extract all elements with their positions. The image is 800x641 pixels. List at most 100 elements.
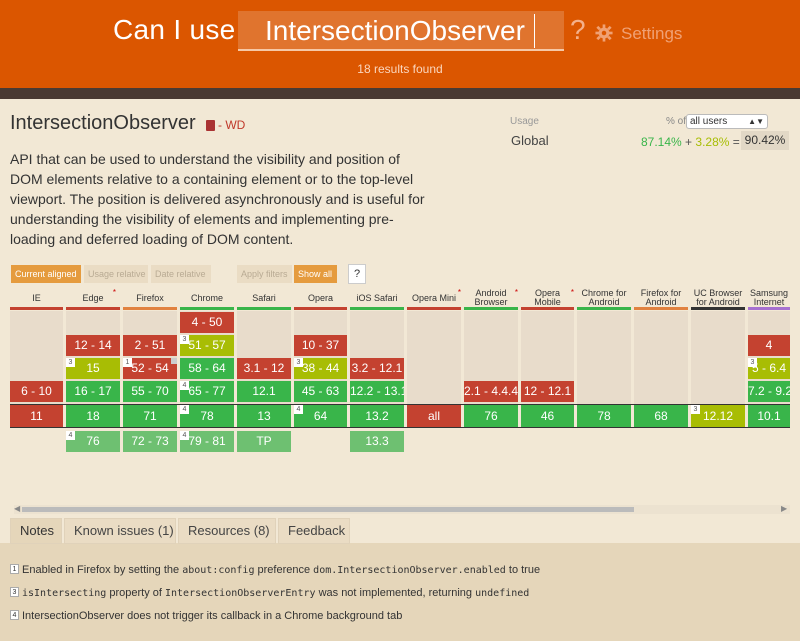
support-cell[interactable]: 3 38 - 44 xyxy=(294,358,347,379)
support-cell[interactable]: 12.2 - 13.1 xyxy=(350,381,404,402)
feature-title[interactable]: IntersectionObserver xyxy=(10,112,196,135)
browser-name: UC Browser for Android xyxy=(693,288,743,307)
support-cell[interactable]: 78 xyxy=(577,405,631,427)
support-cell[interactable]: 3.1 - 12 xyxy=(237,358,291,379)
support-cell[interactable]: 1 52 - 54 xyxy=(123,358,177,379)
note-marker: * xyxy=(457,288,461,297)
note-number: 3 xyxy=(66,358,75,367)
support-cell[interactable]: 6 - 10 xyxy=(10,381,63,402)
note-number: 1 xyxy=(123,358,132,367)
help-link[interactable]: ? xyxy=(570,14,586,46)
support-cell[interactable]: 11 xyxy=(10,405,63,427)
column-bg xyxy=(691,311,745,405)
note-number: 3 xyxy=(691,405,700,414)
usage-label: Usage xyxy=(510,116,539,127)
browser-name: Firefox xyxy=(136,292,164,303)
filters-help-button[interactable]: ? xyxy=(348,264,366,284)
current-aligned-button[interactable]: Current aligned xyxy=(11,265,81,283)
date-relative-button[interactable]: Date relative xyxy=(151,265,211,283)
percent-of-label: % of xyxy=(666,116,687,127)
settings-link[interactable]: Settings xyxy=(621,24,682,44)
results-count: 18 results found xyxy=(357,62,443,76)
tab-known-issues[interactable]: Known issues (1) xyxy=(64,518,176,544)
note-number: 3 xyxy=(294,358,303,367)
support-cell[interactable]: 55 - 70 xyxy=(123,381,177,402)
browser-name: Chrome xyxy=(190,292,223,303)
support-cell[interactable]: 13.2 xyxy=(350,405,404,427)
support-cell[interactable]: 68 xyxy=(634,405,688,427)
browser-name: Safari xyxy=(252,292,276,303)
browser-color-bar xyxy=(237,307,291,310)
site-title[interactable]: Can I use xyxy=(113,14,236,46)
scroll-right-icon[interactable]: ▶ xyxy=(781,504,787,513)
support-cell[interactable]: 12 - 12.1 xyxy=(521,381,574,402)
users-select[interactable]: all users ▲▼ xyxy=(686,114,768,129)
support-cell[interactable]: TP xyxy=(237,431,291,452)
support-cell[interactable]: 3 15 xyxy=(66,358,120,379)
cell-value: 52 - 54 xyxy=(131,361,169,375)
show-all-button[interactable]: Show all xyxy=(294,265,337,283)
cell-value: 38 - 44 xyxy=(301,361,340,375)
spec-status[interactable]: - WD xyxy=(218,118,245,132)
note-number: 1 xyxy=(10,564,19,574)
support-cell[interactable]: 2.1 - 4.4.4 xyxy=(464,381,518,402)
support-cell[interactable]: 58 - 64 xyxy=(180,358,234,379)
support-cell[interactable]: 4 65 - 77 xyxy=(180,381,234,402)
scrollbar-thumb[interactable] xyxy=(22,507,634,512)
note-number: 3 xyxy=(748,358,757,367)
support-cell[interactable]: 13.3 xyxy=(350,431,404,452)
support-cell[interactable]: 3 51 - 57 xyxy=(180,335,234,356)
cell-value: 12.12 xyxy=(702,409,734,423)
support-cell[interactable]: 71 xyxy=(123,405,177,427)
cell-value: 64 xyxy=(313,409,328,423)
support-cell[interactable]: 12.1 xyxy=(237,381,291,402)
support-cell[interactable]: 18 xyxy=(66,405,120,427)
support-cell[interactable]: 4 64 xyxy=(294,405,347,427)
note-number: 4 xyxy=(180,431,189,440)
tab-resources[interactable]: Resources (8) xyxy=(178,518,276,544)
support-cell[interactable]: 10.1 xyxy=(748,405,790,427)
note-code: isIntersecting xyxy=(22,588,107,599)
browser-color-bar xyxy=(691,307,745,310)
support-cell[interactable]: 2 - 51 xyxy=(123,335,177,356)
support-cell[interactable]: all xyxy=(407,405,461,427)
support-cell[interactable]: 12 - 14 xyxy=(66,335,120,356)
search-input[interactable]: IntersectionObserver xyxy=(238,11,564,51)
browser-name: Firefox for Android xyxy=(640,288,682,307)
support-cell[interactable]: 3.2 - 12.1 xyxy=(350,358,404,379)
cell-value: 51 - 57 xyxy=(188,338,226,352)
support-cell[interactable]: 10 - 37 xyxy=(294,335,347,356)
support-cell[interactable]: 76 xyxy=(464,405,518,427)
tab-feedback[interactable]: Feedback xyxy=(278,518,350,544)
support-cell[interactable]: 4 76 xyxy=(66,431,120,452)
scroll-left-icon[interactable]: ◀ xyxy=(14,504,20,513)
header-divider xyxy=(0,88,800,99)
column-bg xyxy=(407,311,461,405)
support-cell[interactable]: 7.2 - 9.2 xyxy=(748,381,790,402)
tab-notes[interactable]: Notes xyxy=(10,518,62,544)
support-cell[interactable]: 3 12.12 xyxy=(691,405,745,427)
note-number: 4 xyxy=(10,610,19,620)
support-cell[interactable]: 13 xyxy=(237,405,291,427)
note-3: 3 isIntersecting property of Intersection… xyxy=(10,587,529,599)
support-cell[interactable]: 35 - 6.4 xyxy=(748,358,790,379)
browser-name: Edge xyxy=(82,292,104,303)
note-text: Enabled in Firefox by setting the xyxy=(22,564,183,576)
usage-relative-button[interactable]: Usage relative xyxy=(84,265,148,283)
search-value: IntersectionObserver xyxy=(265,15,525,46)
text-caret xyxy=(534,14,535,48)
support-cell[interactable]: 16 - 17 xyxy=(66,381,120,402)
support-cell[interactable]: 72 - 73 xyxy=(123,431,177,452)
apply-filters-button[interactable]: Apply filters xyxy=(237,265,292,283)
support-cell[interactable]: 4 79 - 81 xyxy=(180,431,234,452)
spec-document-icon[interactable] xyxy=(206,120,215,131)
gear-icon[interactable] xyxy=(595,24,613,42)
note-number: 3 xyxy=(180,335,189,344)
select-arrows-icon: ▲▼ xyxy=(748,117,764,126)
support-cell[interactable]: 46 xyxy=(521,405,574,427)
support-cell[interactable]: 4 - 50 xyxy=(180,312,234,333)
support-cell[interactable]: 45 - 63 xyxy=(294,381,347,402)
support-cell[interactable]: 4 xyxy=(748,335,790,356)
support-cell[interactable]: 4 78 xyxy=(180,405,234,427)
note-text: preference xyxy=(254,564,314,576)
